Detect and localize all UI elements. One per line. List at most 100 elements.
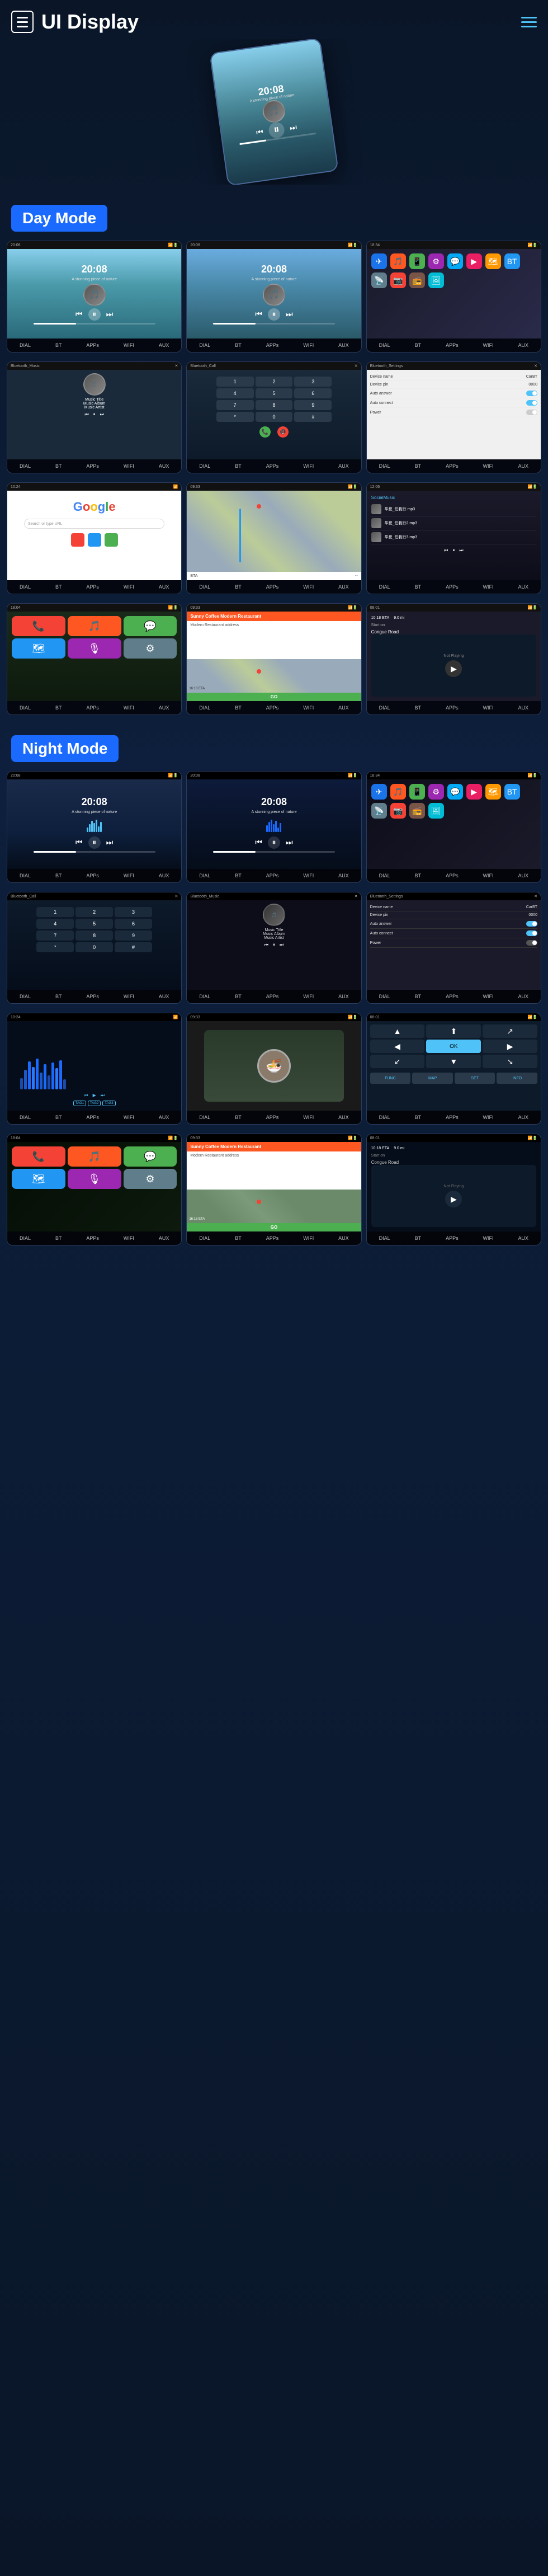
bb-apps-n9[interactable]: APPs [446,1115,459,1120]
bt-controls-night[interactable]: ⏮ ⏸ ⏭ [264,942,284,948]
mp-next-2[interactable]: ⏭ [286,309,293,319]
bb-dial-n12[interactable]: DIAL [379,1235,390,1241]
bb-wifi-n7[interactable]: WIFI [124,1115,134,1120]
nav-btn-left[interactable]: ◀ [370,1040,425,1053]
bb-dial-2[interactable]: DIAL [199,342,210,348]
bb-aux-7[interactable]: AUX [159,584,169,590]
bb-dial-n2[interactable]: DIAL [199,873,210,878]
go-button-n[interactable]: GO [187,1223,361,1231]
key-2n[interactable]: 2 [75,907,113,917]
bb-apps-n6[interactable]: APPs [446,994,459,999]
cp-maps[interactable]: 🗺 [12,638,65,659]
bb-dial-11[interactable]: DIAL [199,705,210,711]
key-8[interactable]: 8 [256,400,293,410]
bb-aux-6[interactable]: AUX [518,463,528,469]
auto-answer-toggle-n[interactable] [526,921,537,927]
key-hash-n[interactable]: # [115,942,152,952]
bb-wifi-4[interactable]: WIFI [124,463,134,469]
bb-wifi-11[interactable]: WIFI [303,705,314,711]
bb-wifi-6[interactable]: WIFI [483,463,494,469]
bb-aux-3[interactable]: AUX [518,342,528,348]
bb-aux-5[interactable]: AUX [338,463,349,469]
bb-dial-12[interactable]: DIAL [379,705,390,711]
bb-apps-3[interactable]: APPs [446,342,459,348]
bb-aux-9[interactable]: AUX [518,584,528,590]
device-name-val[interactable]: CarBT [526,375,537,379]
bb-bt-n10[interactable]: BT [55,1235,62,1241]
key-1n[interactable]: 1 [36,907,74,917]
play-large-button-n[interactable]: ▶ [445,1191,462,1207]
power-toggle-n[interactable] [526,940,537,946]
viz-play[interactable]: ▶ [93,1093,96,1098]
mp-play-n2[interactable]: ⏸ [268,836,280,849]
bb-wifi-9[interactable]: WIFI [483,584,494,590]
bb-bt-n2[interactable]: BT [235,873,242,878]
bb-wifi-3[interactable]: WIFI [483,342,494,348]
key-0n[interactable]: 0 [75,942,113,952]
bb-dial-5[interactable]: DIAL [199,463,210,469]
bb-aux-4[interactable]: AUX [159,463,169,469]
lm-next[interactable]: ⏭ [459,548,463,553]
bb-wifi-10[interactable]: WIFI [124,705,134,711]
mp-next-1[interactable]: ⏭ [106,309,114,319]
bb-apps-n11[interactable]: APPs [266,1235,279,1241]
nav-func-1[interactable]: FUNC [370,1073,411,1084]
bb-apps-1[interactable]: APPs [86,342,99,348]
bb-dial-n1[interactable]: DIAL [20,873,31,878]
app-wechat-n[interactable]: 💬 [447,784,463,800]
mp-play-n1[interactable]: ⏸ [88,836,101,849]
key-6n[interactable]: 6 [115,919,152,929]
bb-dial-n4[interactable]: DIAL [20,994,31,999]
bb-apps-n1[interactable]: APPs [86,873,99,878]
mp-progress-n2[interactable] [213,851,335,853]
viz-next[interactable]: ⏭ [101,1093,105,1098]
mp-prev-1[interactable]: ⏮ [75,309,83,319]
app-maps[interactable]: 🗺 [485,253,501,269]
bb-wifi-n2[interactable]: WIFI [303,873,314,878]
bb-wifi-5[interactable]: WIFI [303,463,314,469]
bb-wifi-n8[interactable]: WIFI [303,1115,314,1120]
bb-wifi-n6[interactable]: WIFI [483,994,494,999]
mp-controls-2[interactable]: ⏮ ⏸ ⏭ [255,308,292,321]
bb-bt-n12[interactable]: BT [415,1235,422,1241]
app-phone[interactable]: 📱 [409,253,425,269]
bb-apps-8[interactable]: APPs [266,584,279,590]
bb-aux-10[interactable]: AUX [159,705,169,711]
bb-aux-n4[interactable]: AUX [159,994,169,999]
nav-btn-ok[interactable]: OK [426,1040,481,1053]
bb-apps-2[interactable]: APPs [266,342,279,348]
app-wifi[interactable]: 📡 [371,272,387,288]
app-telegram[interactable]: ✈ [371,253,387,269]
night-nav-grid[interactable]: ▲ ⬆ ↗ ◀ OK ▶ ↙ ▼ ↘ [370,1024,537,1068]
bb-apps-12[interactable]: APPs [446,705,459,711]
app-music[interactable]: 🎵 [390,253,406,269]
cp-podcasts-n[interactable]: 🎙 [68,1169,121,1189]
bb-aux-n2[interactable]: AUX [338,873,349,878]
mp-controls-1[interactable]: ⏮ ⏸ ⏭ [75,308,113,321]
key-3[interactable]: 3 [294,377,332,387]
bb-dial-10[interactable]: DIAL [20,705,31,711]
bt-prev-n[interactable]: ⏮ [264,942,268,948]
key-1[interactable]: 1 [216,377,254,387]
device-pin-val[interactable]: 0000 [528,383,537,387]
nav-func-4[interactable]: INFO [497,1073,537,1084]
night-nav-btns[interactable]: FUNC MAP SET INFO [370,1073,537,1084]
shortcut-3[interactable] [105,533,118,547]
prev-icon[interactable]: ⏮ [256,127,264,138]
bb-bt-n1[interactable]: BT [55,873,62,878]
bb-apps-5[interactable]: APPs [266,463,279,469]
call-answer[interactable]: 📞 [259,426,271,438]
bb-wifi-n4[interactable]: WIFI [124,994,134,999]
cp-podcasts[interactable]: 🎙 [68,638,121,659]
carplay-body[interactable]: 📞 🎵 💬 🗺 🎙 ⚙ [7,612,181,701]
mp-controls-n2[interactable]: ⏮ ⏸ ⏭ [255,836,292,849]
app-youtube[interactable]: ▶ [466,253,482,269]
app-telegram-n[interactable]: ✈ [371,784,387,800]
cp-messages-n[interactable]: 💬 [124,1146,177,1167]
bb-dial-8[interactable]: DIAL [199,584,210,590]
key-0[interactable]: 0 [256,412,293,422]
bb-bt-7[interactable]: BT [55,584,62,590]
bb-dial-n10[interactable]: DIAL [20,1235,31,1241]
nav-btn-3[interactable]: ↗ [483,1024,537,1038]
bb-dial-6[interactable]: DIAL [379,463,390,469]
